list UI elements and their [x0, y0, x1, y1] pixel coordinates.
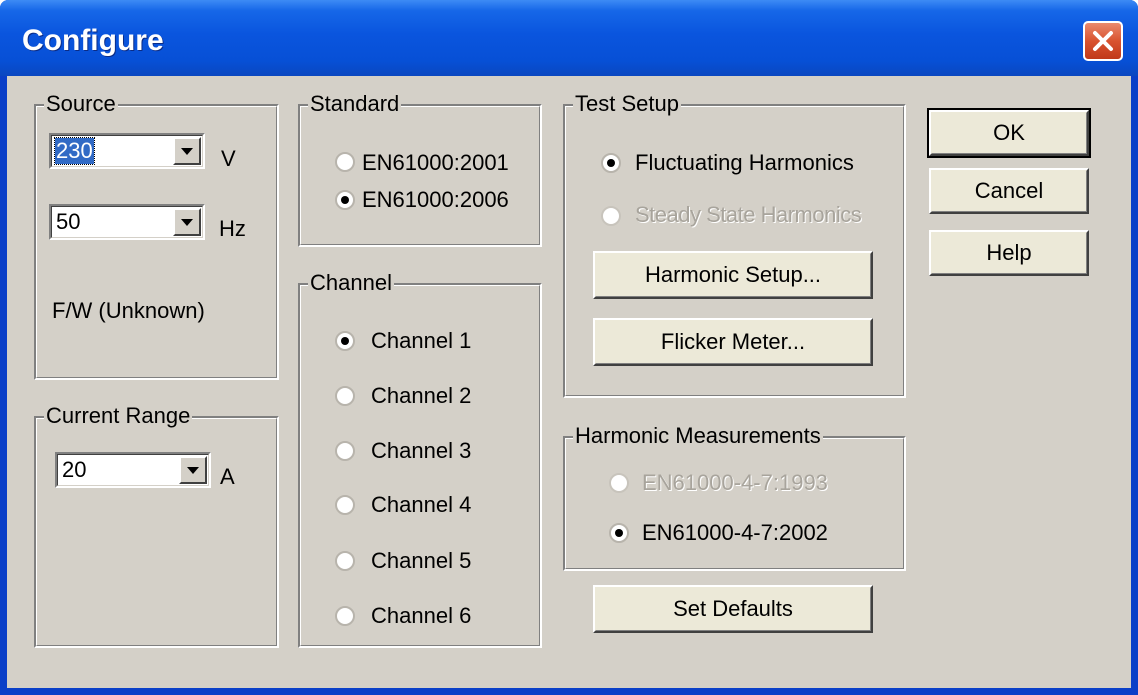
- harmonic-measurements-option-label: EN61000-4-7:1993: [642, 470, 828, 495]
- radio-button-selected[interactable]: [600, 152, 622, 174]
- radio-button-disabled: [609, 473, 629, 493]
- radio-button-selected[interactable]: [608, 522, 630, 544]
- ok-button[interactable]: OK: [927, 108, 1091, 158]
- channel-option-label: Channel 4: [371, 492, 472, 517]
- radio-button[interactable]: [334, 440, 356, 462]
- standard-group-label: Standard: [308, 91, 402, 117]
- current-range-unit: A: [220, 464, 235, 489]
- close-button[interactable]: [1083, 21, 1123, 61]
- frequency-unit: Hz: [219, 216, 246, 241]
- channel-option-label: Channel 5: [371, 548, 472, 573]
- standard-option-label: EN61000:2001: [362, 150, 509, 175]
- radio-button-selected[interactable]: [334, 189, 356, 211]
- standard-option-label: EN61000:2006: [362, 187, 509, 212]
- chevron-down-icon: [181, 148, 193, 155]
- radio-button-selected[interactable]: [334, 330, 356, 352]
- channel-group-label: Channel: [308, 270, 394, 296]
- current-range-value: 20: [62, 457, 87, 482]
- radio-button[interactable]: [334, 151, 356, 173]
- voltage-value: 230: [54, 137, 95, 165]
- chevron-down-icon: [187, 467, 199, 474]
- harmonic-measurements-group: Harmonic Measurements: [563, 423, 906, 571]
- current-range-group: Current Range: [34, 403, 279, 648]
- current-range-dropdown-button[interactable]: [179, 456, 207, 484]
- cancel-button[interactable]: Cancel: [929, 168, 1089, 214]
- harmonic-measurements-option-label: EN61000-4-7:2002: [642, 520, 828, 545]
- help-button[interactable]: Help: [929, 230, 1089, 276]
- dialog-body: Source 230 V 50 Hz F/W (Unknown) Current…: [7, 76, 1131, 688]
- current-range-group-label: Current Range: [44, 403, 193, 429]
- voltage-dropdown-button[interactable]: [173, 137, 201, 165]
- channel-option-label: Channel 2: [371, 383, 472, 408]
- voltage-unit: V: [221, 146, 236, 171]
- frequency-value: 50: [56, 209, 81, 234]
- current-range-select[interactable]: 20: [55, 452, 211, 488]
- frequency-dropdown-button[interactable]: [173, 208, 201, 236]
- frequency-select[interactable]: 50: [49, 204, 205, 240]
- voltage-select[interactable]: 230: [49, 133, 205, 169]
- chevron-down-icon: [181, 219, 193, 226]
- harmonic-measurements-group-label: Harmonic Measurements: [573, 423, 823, 449]
- set-defaults-button[interactable]: Set Defaults: [593, 585, 873, 633]
- window-title: Configure: [22, 24, 164, 57]
- source-group-label: Source: [44, 91, 118, 117]
- radio-button[interactable]: [334, 494, 356, 516]
- radio-button[interactable]: [334, 550, 356, 572]
- configure-dialog: Configure Source 230 V 50 Hz F/W (Unknow…: [0, 0, 1138, 695]
- radio-button-disabled: [601, 206, 621, 226]
- channel-option-label: Channel 6: [371, 603, 472, 628]
- firmware-label: F/W (Unknown): [52, 298, 205, 323]
- test-setup-option-label: Fluctuating Harmonics: [635, 150, 854, 175]
- test-setup-option-label: Steady State Harmonics: [635, 202, 862, 227]
- close-icon: [1093, 31, 1113, 51]
- channel-option-label: Channel 3: [371, 438, 472, 463]
- harmonic-setup-button[interactable]: Harmonic Setup...: [593, 251, 873, 299]
- flicker-meter-button[interactable]: Flicker Meter...: [593, 318, 873, 366]
- title-bar[interactable]: Configure: [0, 0, 1138, 76]
- radio-button[interactable]: [334, 605, 356, 627]
- radio-button[interactable]: [334, 385, 356, 407]
- channel-option-label: Channel 1: [371, 328, 472, 353]
- test-setup-group-label: Test Setup: [573, 91, 681, 117]
